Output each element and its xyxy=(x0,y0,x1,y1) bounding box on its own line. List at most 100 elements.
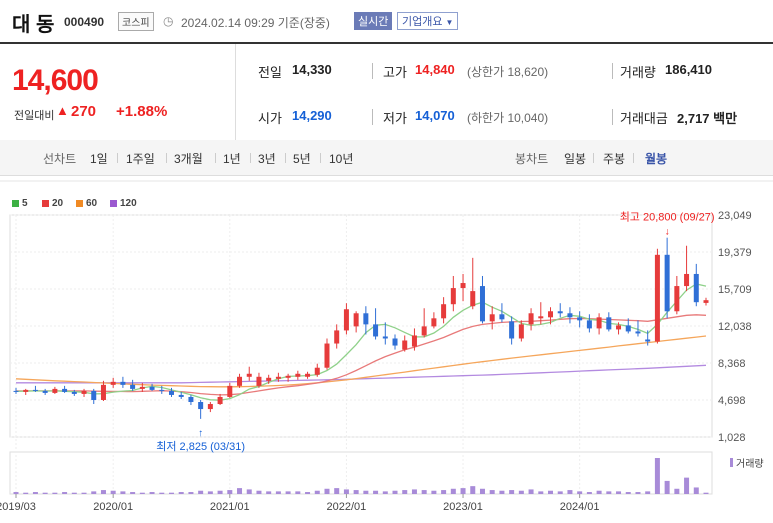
candle-body xyxy=(479,286,485,322)
volume-bar xyxy=(343,489,349,494)
divider xyxy=(633,153,634,163)
ma120-line xyxy=(16,364,707,384)
chart-period-tabs: 선차트 1일 1주일 3개월 1년 3년 5년 10년 봉차트 일봉 주봉 월봉 xyxy=(0,140,773,176)
tab-monthly[interactable]: 월봉 xyxy=(645,150,667,167)
volume-bar xyxy=(460,488,466,494)
tab-1y[interactable]: 1년 xyxy=(223,150,241,167)
ma5-label: 5 xyxy=(22,198,28,209)
candle-body xyxy=(606,317,612,330)
volume-bar xyxy=(489,490,495,494)
volume-bar xyxy=(693,487,699,494)
x-tick-label: 2022/01 xyxy=(327,501,367,513)
low-value: 14,070 xyxy=(415,108,455,123)
candle-body xyxy=(100,384,106,400)
down-arrow-icon: ↓ xyxy=(665,227,670,238)
y-tick-label: 1,028 xyxy=(718,432,746,444)
tab-5y[interactable]: 5년 xyxy=(293,150,311,167)
divider xyxy=(320,153,321,163)
volume-bar xyxy=(654,458,660,494)
volume-bar xyxy=(586,492,592,494)
volume-bar xyxy=(470,486,476,494)
clock-icon: ◷ xyxy=(163,14,174,28)
volume-bar xyxy=(450,488,456,494)
candle-body xyxy=(91,390,97,400)
candle-body xyxy=(198,401,204,410)
candle-body xyxy=(188,396,194,402)
tab-weekly[interactable]: 주봉 xyxy=(603,150,625,167)
volume-bar xyxy=(548,490,554,494)
volume-bar xyxy=(518,490,524,494)
upper-limit: (상한가 18,620) xyxy=(467,65,549,79)
ma20-swatch xyxy=(42,200,49,207)
stock-header: 대 동 000490 코스피 ◷ 2024.02.14 09:29 기준(장중)… xyxy=(0,0,773,42)
x-tick-label: 2021/01 xyxy=(210,501,250,513)
volume-bar xyxy=(577,491,583,494)
trade-value: 2,717 백만 xyxy=(677,111,738,126)
chevron-down-icon: ▼ xyxy=(445,18,454,27)
tab-1w[interactable]: 1주일 xyxy=(126,150,155,167)
volume-bar xyxy=(217,490,223,494)
candle-body xyxy=(664,254,670,312)
tab-3m[interactable]: 3개월 xyxy=(174,150,203,167)
company-info-label: 기업개요 xyxy=(402,16,443,28)
candle-body xyxy=(295,373,301,377)
prev-close-label: 전일 xyxy=(258,65,282,80)
change-value: 270 xyxy=(71,103,97,120)
ma120-swatch xyxy=(110,200,117,207)
volume-bar xyxy=(324,488,330,494)
ma20-line xyxy=(16,314,707,396)
quote-datetime: 2024.02.14 09:29 기준(장중) xyxy=(181,16,330,30)
volume-bar xyxy=(178,492,184,494)
volume-bar xyxy=(42,492,48,494)
volume-bar xyxy=(528,489,534,494)
company-info-dropdown[interactable]: 기업개요 ▼ xyxy=(397,12,459,30)
current-price: 14,600 xyxy=(12,64,99,97)
volume-bar xyxy=(159,492,165,494)
line-chart-label: 선차트 xyxy=(43,152,77,166)
volume-bar xyxy=(499,490,505,494)
volume-legend-label: 거래량 xyxy=(736,458,764,470)
tab-3y[interactable]: 3년 xyxy=(258,150,276,167)
volume-bar xyxy=(664,480,670,494)
low-label: 저가 xyxy=(383,111,407,126)
tab-10y[interactable]: 10년 xyxy=(329,150,353,167)
market-badge: 코스피 xyxy=(118,12,154,31)
open-value: 14,290 xyxy=(292,108,332,123)
candle-body xyxy=(392,338,398,346)
price-pane-frame xyxy=(9,214,713,438)
volume-bar xyxy=(305,492,311,494)
volume-value: 186,410 xyxy=(665,62,712,77)
candle-body xyxy=(275,376,281,379)
open-label: 시가 xyxy=(258,111,282,126)
volume-bar xyxy=(334,488,340,494)
volume-bar xyxy=(616,491,622,494)
realtime-button[interactable]: 실시간 xyxy=(354,12,393,30)
max-price-annotation: 최고 20,800 (09/27) xyxy=(620,211,715,224)
volume-bar xyxy=(567,490,573,494)
candle-body xyxy=(382,336,388,339)
candle-body xyxy=(373,324,379,337)
volume-bar xyxy=(402,490,408,494)
candle-body xyxy=(237,376,243,386)
ma20-label: 20 xyxy=(52,198,64,209)
ma60-swatch xyxy=(76,200,83,207)
candle-body xyxy=(314,367,320,375)
candle-body xyxy=(266,377,272,381)
candle-body xyxy=(13,390,19,392)
divider xyxy=(612,109,613,125)
volume-bar xyxy=(479,488,485,494)
divider xyxy=(593,153,594,163)
volume-bar xyxy=(314,490,320,494)
candle-body xyxy=(499,314,505,320)
tab-1d[interactable]: 1일 xyxy=(90,150,108,167)
high-label: 고가 xyxy=(383,65,407,80)
candle-body xyxy=(62,388,68,392)
candle-body xyxy=(81,390,87,394)
divider xyxy=(117,153,118,163)
candle-body xyxy=(548,311,554,318)
tab-daily[interactable]: 일봉 xyxy=(564,150,586,167)
volume-bar xyxy=(373,490,379,494)
volume-bar xyxy=(71,492,77,494)
volume-bar xyxy=(363,490,369,494)
volume-bar xyxy=(684,477,690,494)
